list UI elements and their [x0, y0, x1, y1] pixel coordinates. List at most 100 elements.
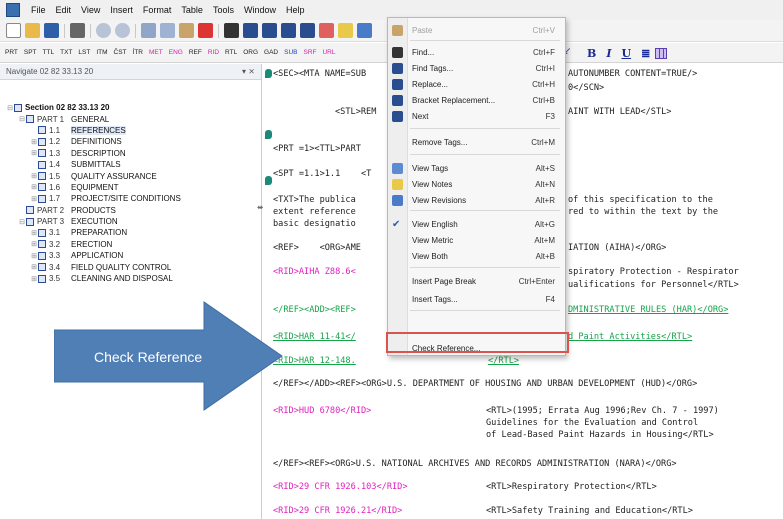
- tag-view-icon[interactable]: [319, 23, 334, 38]
- expand-icon[interactable]: ⊞: [30, 275, 38, 283]
- tree-node[interactable]: ⊞ 3.5 CLEANING AND DISPOSAL: [0, 273, 261, 284]
- menu-item-next[interactable]: Next F3: [388, 108, 565, 124]
- tag-button-rtl[interactable]: RTL: [222, 49, 240, 56]
- tree-node[interactable]: ⊟ Section 02 82 33.13 20: [0, 102, 261, 113]
- tag-button-prt[interactable]: PRT: [2, 49, 21, 56]
- tag-button-itm[interactable]: ITM: [93, 49, 110, 56]
- tree-node-label[interactable]: CLEANING AND DISPOSAL: [71, 274, 173, 283]
- bracket-replace-icon[interactable]: [281, 23, 296, 38]
- tree-node[interactable]: PART 2 PRODUCTS: [0, 205, 261, 216]
- underline-button[interactable]: U: [621, 47, 631, 60]
- menu-item-view-tags[interactable]: View Tags Alt+S: [388, 160, 565, 176]
- menu-item-bracket-replacement[interactable]: Bracket Replacement... Ctrl+B: [388, 92, 565, 108]
- tag-button-gad[interactable]: GAD: [261, 49, 281, 56]
- menu-item-view-metric[interactable]: View Metric Alt+M: [388, 232, 565, 248]
- menu-item-find-tags[interactable]: Find Tags... Ctrl+I: [388, 60, 565, 76]
- paste-icon[interactable]: [179, 23, 194, 38]
- expand-icon[interactable]: ⊞: [30, 149, 38, 157]
- expand-icon[interactable]: ⊞: [30, 172, 38, 180]
- menu-item-insert-tags[interactable]: Insert Tags... F4: [388, 291, 565, 307]
- menu-view[interactable]: View: [76, 5, 105, 15]
- tree-node[interactable]: ⊞ 1.3 DESCRIPTION: [0, 148, 261, 159]
- menu-item-insert-page-break[interactable]: Insert Page Break Ctrl+Enter: [388, 273, 565, 289]
- tag-button-met[interactable]: MET: [146, 49, 166, 56]
- find-icon[interactable]: [224, 23, 239, 38]
- tag-button-cst[interactable]: ČST: [111, 49, 130, 56]
- tag-button-lst[interactable]: LST: [75, 49, 93, 56]
- find-next-icon[interactable]: [300, 23, 315, 38]
- tree-node-label[interactable]: GENERAL: [71, 115, 109, 124]
- expand-icon[interactable]: ⊞: [30, 263, 38, 271]
- tree-node[interactable]: 1.1 REFERENCES: [0, 125, 261, 136]
- italic-button[interactable]: I: [606, 47, 611, 60]
- menu-item-view-notes[interactable]: View Notes Alt+N: [388, 176, 565, 192]
- tree-node[interactable]: ⊟ PART 1 GENERAL: [0, 113, 261, 124]
- tree-node-label[interactable]: DESCRIPTION: [71, 149, 126, 158]
- table-icon[interactable]: [655, 47, 668, 59]
- menu-help[interactable]: Help: [281, 5, 310, 15]
- open-folder-icon[interactable]: [25, 23, 40, 38]
- tree-node[interactable]: ⊞ 3.3 APPLICATION: [0, 250, 261, 261]
- tag-button-srf[interactable]: SRF: [300, 49, 319, 56]
- tree-node-label[interactable]: REFERENCES: [71, 125, 126, 135]
- tree-node-label[interactable]: PROJECT/SITE CONDITIONS: [71, 194, 181, 203]
- redo-icon[interactable]: [115, 23, 130, 38]
- tree-node[interactable]: ⊞ 1.2 DEFINITIONS: [0, 136, 261, 147]
- tree-node-label[interactable]: EXECUTION: [71, 217, 118, 226]
- undo-icon[interactable]: [96, 23, 111, 38]
- menu-tools[interactable]: Tools: [208, 5, 239, 15]
- menu-item-view-both[interactable]: View Both Alt+B: [388, 248, 565, 264]
- tree-node[interactable]: ⊞ 3.2 ERECTION: [0, 239, 261, 250]
- tree-node[interactable]: ⊞ 1.6 EQUIPMENT: [0, 182, 261, 193]
- expand-icon[interactable]: ⊞: [30, 183, 38, 191]
- revisions-icon[interactable]: [357, 23, 372, 38]
- tag-button-eng[interactable]: ENG: [166, 49, 186, 56]
- replace-icon[interactable]: [262, 23, 277, 38]
- tag-button-url[interactable]: URL: [319, 49, 338, 56]
- expand-icon[interactable]: ⊞: [30, 240, 38, 248]
- expand-icon[interactable]: ⊞: [30, 252, 38, 260]
- copy-icon[interactable]: [160, 23, 175, 38]
- tree-node-label[interactable]: FIELD QUALITY CONTROL: [71, 263, 171, 272]
- tree-node-label[interactable]: EQUIPMENT: [71, 183, 119, 192]
- find-tags-icon[interactable]: [243, 23, 258, 38]
- save-icon[interactable]: [44, 23, 59, 38]
- tag-button-itr[interactable]: ÍTR: [130, 49, 146, 56]
- menu-item-find[interactable]: Find... Ctrl+F: [388, 44, 565, 60]
- tag-button-spt[interactable]: SPT: [21, 49, 40, 56]
- menu-edit[interactable]: Edit: [51, 5, 77, 15]
- tag-button-org[interactable]: ORG: [240, 49, 261, 56]
- menu-insert[interactable]: Insert: [105, 5, 138, 15]
- print-icon[interactable]: [70, 23, 85, 38]
- expand-icon[interactable]: ⊞: [30, 195, 38, 203]
- menu-item-view-english[interactable]: ✔ View English Alt+G: [388, 216, 565, 232]
- collapse-icon[interactable]: ⊟: [6, 104, 14, 112]
- expand-icon[interactable]: ⊞: [30, 138, 38, 146]
- menu-item-view-revisions[interactable]: View Revisions Alt+R: [388, 192, 565, 208]
- tree-node[interactable]: 1.4 SUBMITTALS: [0, 159, 261, 170]
- tree-node[interactable]: ⊞ 1.5 QUALITY ASSURANCE: [0, 170, 261, 181]
- tree-node-label[interactable]: DEFINITIONS: [71, 137, 122, 146]
- tree-node-label[interactable]: PREPARATION: [71, 228, 127, 237]
- tag-button-sub[interactable]: SUB: [281, 49, 300, 56]
- menu-item-replace[interactable]: Replace... Ctrl+H: [388, 76, 565, 92]
- tree-node-label[interactable]: SUBMITTALS: [71, 160, 121, 169]
- tag-button-txt[interactable]: TXT: [57, 49, 75, 56]
- cut-icon[interactable]: [141, 23, 156, 38]
- menu-item-remove-tags[interactable]: Remove Tags... Ctrl+M: [388, 134, 565, 150]
- menu-item-paste[interactable]: Paste Ctrl+V: [388, 22, 565, 38]
- delete-icon[interactable]: [198, 23, 213, 38]
- tree-node-label[interactable]: ERECTION: [71, 240, 112, 249]
- tree-node[interactable]: ⊟ PART 3 EXECUTION: [0, 216, 261, 227]
- tree-node-label[interactable]: Section 02 82 33.13 20: [25, 103, 110, 112]
- tree-node-label[interactable]: QUALITY ASSURANCE: [71, 172, 157, 181]
- align-icon[interactable]: ≣: [641, 47, 650, 60]
- tree-node-label[interactable]: APPLICATION: [71, 251, 123, 260]
- pane-pin-close-buttons[interactable]: ▾ ⨯: [242, 67, 255, 76]
- tag-button-ref[interactable]: REF: [186, 49, 205, 56]
- tree-node[interactable]: ⊞ 3.1 PREPARATION: [0, 227, 261, 238]
- new-document-icon[interactable]: [6, 23, 21, 38]
- tree-node[interactable]: ⊞ 3.4 FIELD QUALITY CONTROL: [0, 261, 261, 272]
- collapse-icon[interactable]: ⊟: [18, 115, 26, 123]
- menu-window[interactable]: Window: [239, 5, 281, 15]
